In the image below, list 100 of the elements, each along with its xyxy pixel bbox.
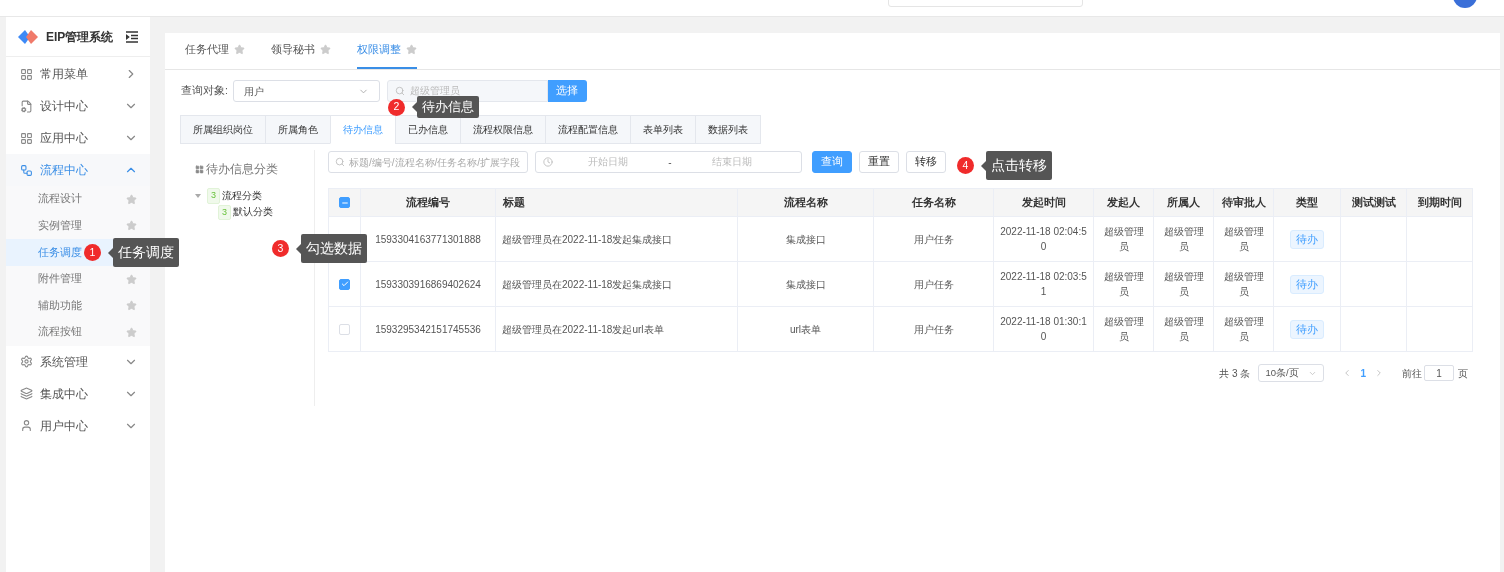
status-tag: 待办 — [1290, 319, 1324, 339]
sidebar-item[interactable]: 设计中心 — [6, 90, 150, 122]
sidebar-subitem[interactable]: 流程设计 — [6, 186, 150, 213]
column-header: 发起时间 — [993, 188, 1094, 217]
star-icon — [126, 273, 137, 285]
total-count: 共 3 条 — [1219, 366, 1251, 381]
sub-tab[interactable]: 表单列表 — [630, 115, 696, 144]
table-cell: 1593304163771301888 — [375, 233, 481, 245]
logo-icon — [18, 28, 38, 45]
sidebar-item[interactable]: 用户中心 — [6, 409, 150, 442]
table-cell: 超级管理员 — [1223, 316, 1264, 342]
user-icon — [20, 419, 33, 433]
table-cell: 集成接口 — [785, 278, 826, 290]
menu-fold-icon[interactable] — [126, 30, 138, 43]
layers-icon — [20, 387, 33, 401]
table-cell: 超级管理员 — [1163, 316, 1204, 342]
sidebar-item[interactable]: 集成中心 — [6, 377, 150, 410]
clock-icon — [543, 157, 553, 167]
caret-icon[interactable] — [195, 194, 201, 198]
table-cell: 超级管理员在2022-11-18发起url表单 — [502, 323, 664, 335]
goto-suffix: 页 — [1458, 366, 1468, 381]
sub-tab[interactable]: 所属角色 — [265, 115, 331, 144]
tree-title: 待办信息分类 — [206, 162, 278, 177]
star-icon — [320, 44, 331, 55]
grid-icon — [195, 165, 204, 175]
sub-tab[interactable]: 流程权限信息 — [460, 115, 546, 144]
column-header: 测试测试 — [1340, 188, 1407, 217]
callout-tooltip: 待办信息 — [412, 96, 479, 118]
table-cell: 超级管理员在2022-11-18发起集成接口 — [502, 278, 673, 290]
sub-tab[interactable]: 已办信息 — [395, 115, 461, 144]
star-icon — [126, 193, 137, 205]
callout-tooltip: 任务调度 — [108, 238, 179, 267]
flow-icon — [20, 163, 33, 177]
table-cell: 用户任务 — [913, 233, 954, 245]
search-icon — [394, 86, 405, 96]
table-cell: 用户任务 — [913, 323, 954, 335]
table-cell: 2022-11-18 02:03:51 — [1000, 271, 1087, 297]
table-cell: 超级管理员 — [1163, 226, 1204, 252]
sub-tab[interactable]: 流程配置信息 — [545, 115, 631, 144]
table-cell: 超级管理员 — [1163, 271, 1204, 297]
tree-node[interactable]: 3 流程分类 — [195, 188, 314, 204]
page-tab[interactable]: 权限调整 — [357, 32, 417, 69]
table-cell: 超级管理员 — [1103, 226, 1144, 252]
goto-label: 前往 — [1402, 366, 1422, 381]
sidebar-item[interactable]: 系统管理 — [6, 345, 150, 378]
check-icon — [340, 280, 349, 288]
grid-icon — [20, 131, 33, 145]
sidebar-subitem[interactable]: 流程按钮 — [6, 318, 150, 346]
page-tab[interactable]: 任务代理 — [185, 32, 245, 69]
column-header: 到期时间 — [1406, 188, 1473, 217]
column-header: 发起人 — [1093, 188, 1154, 217]
sidebar-item[interactable]: 常用菜单 — [6, 58, 150, 90]
checkbox[interactable] — [339, 197, 350, 208]
sidebar-subitem[interactable]: 实例管理 — [6, 212, 150, 240]
grid-icon — [20, 67, 33, 81]
sub-tab[interactable]: 所属组织岗位 — [180, 115, 266, 144]
page-size-select[interactable]: 10条/页 — [1258, 364, 1325, 382]
column-header: 待审批人 — [1213, 188, 1274, 217]
table-cell: 超级管理员在2022-11-18发起集成接口 — [502, 233, 673, 245]
table-cell: 超级管理员 — [1103, 316, 1144, 342]
next-page-icon — [1374, 368, 1384, 378]
star-icon — [126, 300, 137, 312]
column-header: 标题 — [495, 188, 738, 217]
app-title: EIP管理系统 — [46, 28, 114, 46]
column-header: 所属人 — [1153, 188, 1214, 217]
tree-node[interactable]: 3 默认分类 — [218, 204, 314, 221]
column-header: 流程编号 — [360, 188, 496, 217]
table-cell: 2022-11-18 02:04:50 — [1000, 226, 1087, 252]
table-cell: 1593295342151745536 — [375, 323, 481, 335]
document-gear-icon — [20, 99, 33, 113]
checkbox[interactable] — [339, 278, 350, 290]
table-cell: 2022-11-18 01:30:10 — [1000, 316, 1087, 342]
query-label: 查询对象: — [181, 83, 228, 99]
table-cell: 用户任务 — [913, 278, 954, 290]
status-tag: 待办 — [1290, 274, 1324, 294]
callout-tooltip: 点击转移 — [981, 151, 1052, 180]
search-icon — [335, 157, 345, 167]
column-header: 类型 — [1273, 188, 1341, 217]
gear-icon — [20, 355, 33, 369]
table-cell: 1593303916869402624 — [375, 278, 481, 290]
page-tab[interactable]: 领导秘书 — [271, 32, 331, 69]
table-cell: url表单 — [789, 323, 822, 335]
column-header: 流程名称 — [737, 188, 874, 217]
sidebar-subitem[interactable]: 附件管理 — [6, 265, 150, 293]
column-header: 任务名称 — [873, 188, 994, 217]
action-button[interactable]: 重置 — [859, 151, 899, 173]
user-select[interactable]: 用户 — [232, 80, 380, 102]
star-icon — [126, 326, 137, 338]
goto-page-field[interactable]: 1 — [1424, 365, 1454, 381]
star-icon — [406, 44, 417, 55]
table-cell: 超级管理员 — [1223, 271, 1264, 297]
sub-tab[interactable]: 数据列表 — [695, 115, 761, 144]
sidebar-item[interactable]: 应用中心 — [6, 122, 150, 154]
table-cell: 超级管理员 — [1103, 271, 1144, 297]
sidebar-subitem[interactable]: 辅助功能 — [6, 292, 150, 319]
status-tag: 待办 — [1290, 229, 1324, 249]
table-cell: 超级管理员 — [1223, 226, 1264, 252]
action-button[interactable]: 转移 — [906, 151, 946, 173]
star-icon — [126, 220, 137, 232]
callout-tooltip: 勾选数据 — [296, 234, 367, 263]
